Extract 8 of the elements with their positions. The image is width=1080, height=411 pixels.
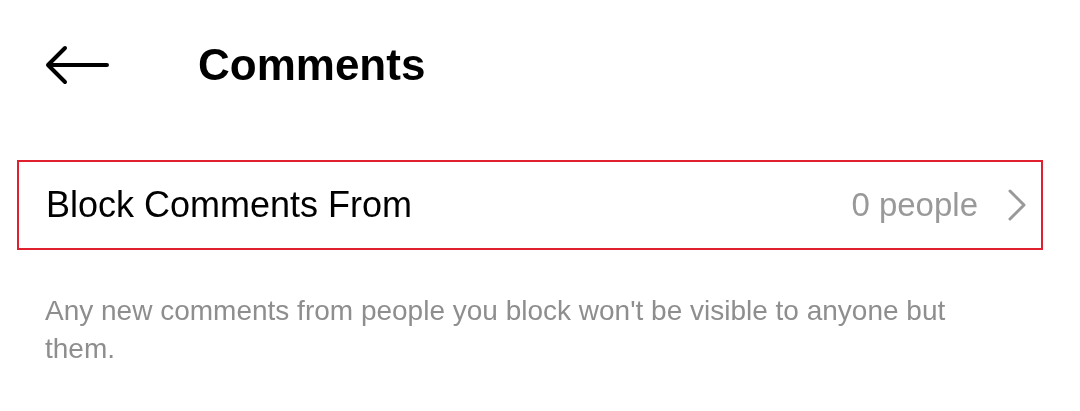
block-comments-row[interactable]: Block Comments From 0 people (17, 160, 1043, 250)
back-button[interactable] (45, 45, 109, 85)
page-title: Comments (198, 43, 426, 87)
back-arrow-icon (45, 45, 109, 85)
chevron-right-icon (1008, 189, 1026, 221)
setting-value: 0 people (851, 185, 978, 226)
description-text: Any new comments from people you block won't be visible to anyone but them. (45, 294, 947, 366)
setting-label: Block Comments From (46, 183, 413, 227)
